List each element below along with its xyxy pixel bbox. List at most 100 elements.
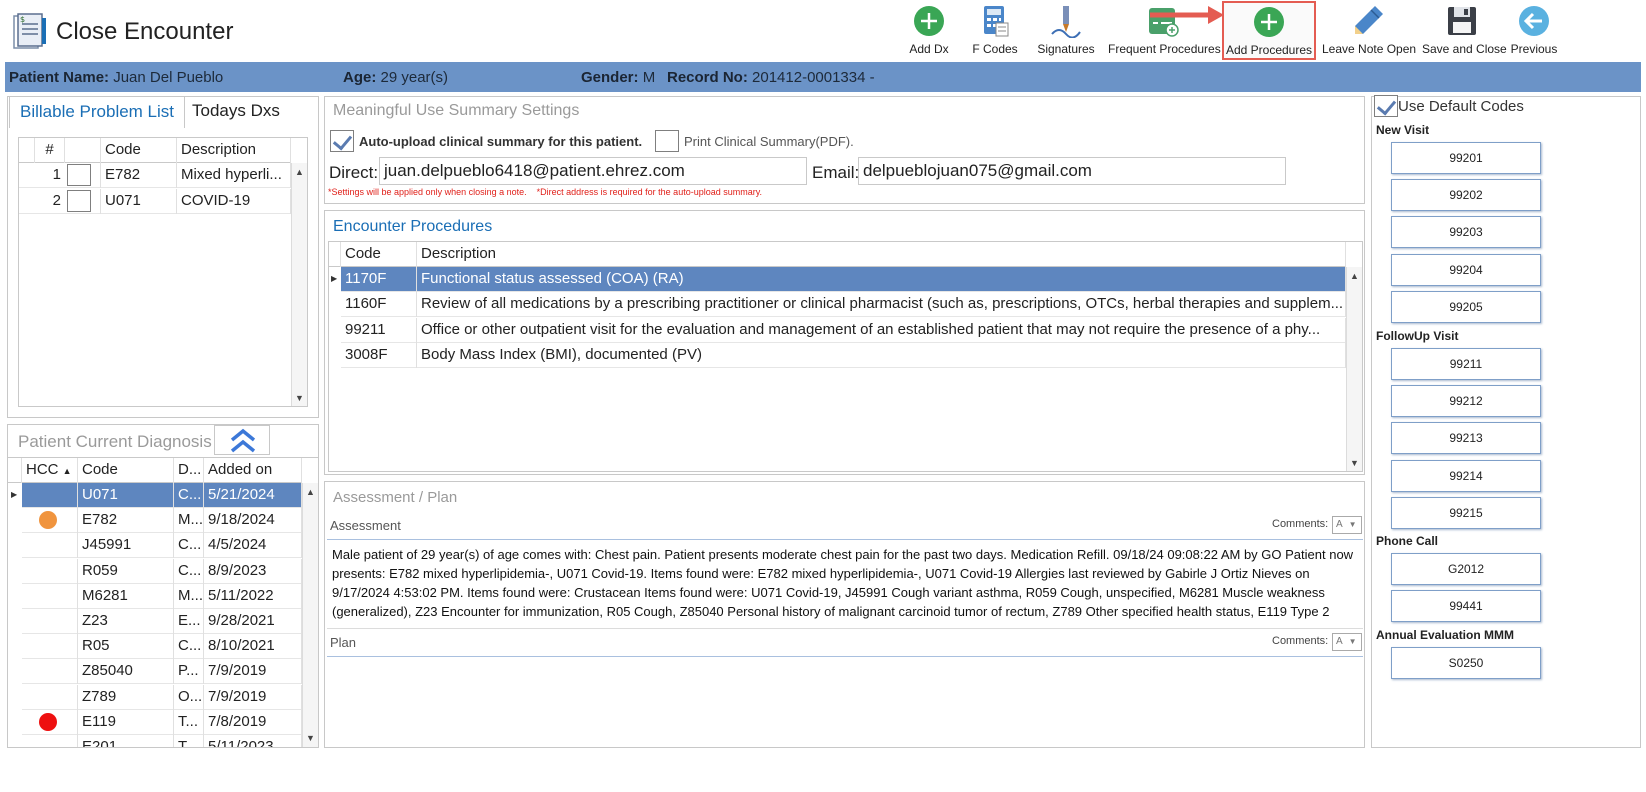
row-checkbox[interactable] xyxy=(67,190,91,212)
plan-text[interactable] xyxy=(332,660,1358,744)
table-row[interactable]: E201 T... 5/11/2023 xyxy=(8,735,302,747)
scroll-up-icon[interactable]: ▲ xyxy=(295,167,304,177)
tab-todays-dxs[interactable]: Todays Dxs xyxy=(182,96,290,128)
save-and-close-button[interactable]: Save and Close xyxy=(1422,4,1507,58)
signatures-button[interactable]: Signatures xyxy=(1036,4,1096,58)
code-button-99203[interactable]: 99203 xyxy=(1391,216,1541,249)
signatures-label: Signatures xyxy=(1037,42,1095,56)
code-button-99215[interactable]: 99215 xyxy=(1391,496,1541,529)
table-row[interactable]: 1 E782 Mixed hyperli... xyxy=(19,163,291,188)
code-button-99201[interactable]: 99201 xyxy=(1391,142,1541,174)
code-button-g2012[interactable]: G2012 xyxy=(1391,553,1541,585)
table-row[interactable]: ▶ U071 C... 5/21/2024 xyxy=(8,483,302,508)
row-added-on: 4/5/2024 xyxy=(204,533,302,559)
leave-note-open-button[interactable]: Leave Note Open xyxy=(1322,4,1416,58)
header-code[interactable]: Code xyxy=(78,458,174,483)
auto-upload-checkbox[interactable] xyxy=(330,130,354,152)
row-added-on: 7/9/2019 xyxy=(204,684,302,710)
procedures-scrollbar[interactable]: ▲ ▼ xyxy=(1346,267,1362,471)
table-row[interactable]: E119 T... 7/8/2019 xyxy=(8,709,302,735)
row-description: P... xyxy=(174,659,204,685)
scroll-down-icon[interactable]: ▼ xyxy=(1350,458,1359,468)
patient-record: Record No: 201412-0001334 - xyxy=(667,69,875,86)
header-description[interactable]: Description xyxy=(177,138,291,163)
code-button-99211[interactable]: 99211 xyxy=(1391,348,1541,380)
row-checkbox[interactable] xyxy=(67,164,91,186)
table-row[interactable]: R05 C... 8/10/2021 xyxy=(8,634,302,660)
annual-evaluation-label: Annual Evaluation MMM xyxy=(1376,628,1514,642)
use-default-codes-checkbox[interactable] xyxy=(1374,95,1398,117)
sort-asc-icon: ▲ xyxy=(62,466,72,476)
assessment-comments-dropdown[interactable]: A ▼ xyxy=(1332,516,1362,534)
plan-comments-label: Comments: xyxy=(1272,635,1329,647)
table-row[interactable]: 3008F Body Mass Index (BMI), documented (… xyxy=(329,342,1346,368)
encounter-procedures-title: Encounter Procedures xyxy=(333,218,493,235)
procedures-grid: Code Description ▶ 1170F Functional status… xyxy=(328,241,1363,472)
followup-visit-label: FollowUp Visit xyxy=(1376,329,1459,343)
double-chevron-up-icon xyxy=(230,428,256,453)
code-button-99441[interactable]: 99441 xyxy=(1391,590,1541,623)
email-input[interactable]: delpueblojuan075@gmail.com xyxy=(858,157,1286,185)
divider xyxy=(327,539,1363,540)
f-codes-button[interactable]: F Codes xyxy=(972,4,1018,58)
table-row[interactable]: ▶ 1170F Functional status assessed (COA) (… xyxy=(329,267,1346,292)
problem-list-scrollbar[interactable]: ▲ ▼ xyxy=(291,163,307,406)
print-summary-checkbox[interactable] xyxy=(655,130,679,152)
floppy-disk-icon xyxy=(1448,7,1476,35)
direct-label: Direct: xyxy=(329,163,379,182)
current-diagnosis-scrollbar[interactable]: ▲ ▼ xyxy=(302,483,318,747)
code-button-99202[interactable]: 99202 xyxy=(1391,179,1541,212)
plan-comments-dropdown[interactable]: A ▼ xyxy=(1332,633,1362,651)
previous-label: Previous xyxy=(1510,42,1558,56)
direct-address-input[interactable]: juan.delpueblo6418@patient.ehrez.com xyxy=(379,157,807,185)
divider xyxy=(327,628,1363,629)
row-added-on: 8/9/2023 xyxy=(204,558,302,584)
f-codes-label: F Codes xyxy=(972,42,1018,56)
scroll-down-icon[interactable]: ▼ xyxy=(306,733,315,743)
header-description[interactable]: Description xyxy=(417,242,1346,267)
assessment-text[interactable]: Male patient of 29 year(s) of age comes … xyxy=(332,545,1358,625)
row-added-on: 5/11/2022 xyxy=(204,583,302,609)
scroll-up-icon[interactable]: ▲ xyxy=(306,487,315,497)
collapse-button[interactable] xyxy=(214,425,270,455)
table-row[interactable]: Z85040 P... 7/9/2019 xyxy=(8,659,302,685)
add-dx-button[interactable]: Add Dx xyxy=(908,4,950,58)
scroll-down-icon[interactable]: ▼ xyxy=(295,393,304,403)
code-button-99214[interactable]: 99214 xyxy=(1391,459,1541,492)
add-procedures-button[interactable]: Add Procedures xyxy=(1222,1,1316,60)
previous-button[interactable]: Previous xyxy=(1510,4,1558,58)
scroll-up-icon[interactable]: ▲ xyxy=(1350,271,1359,281)
code-button-99212[interactable]: 99212 xyxy=(1391,385,1541,418)
table-row[interactable]: Z23 E... 9/28/2021 xyxy=(8,609,302,634)
table-row[interactable]: R059 C... 8/9/2023 xyxy=(8,558,302,584)
row-code: Z85040 xyxy=(78,659,174,685)
code-button-99213[interactable]: 99213 xyxy=(1391,422,1541,455)
table-row[interactable]: 2 U071 COVID-19 xyxy=(19,189,291,214)
row-description: C... xyxy=(174,483,204,508)
assessment-label: Assessment xyxy=(330,518,401,533)
table-row[interactable]: Z789 O... 7/9/2019 xyxy=(8,684,302,710)
table-row[interactable]: 1160F Review of all medications by a pres… xyxy=(329,292,1346,318)
header-hcc[interactable]: HCC ▲ xyxy=(22,458,78,483)
row-num: 2 xyxy=(52,192,61,209)
header-code[interactable]: Code xyxy=(101,138,177,163)
header-added-on[interactable]: Added on xyxy=(204,458,302,483)
code-button-99204[interactable]: 99204 xyxy=(1391,253,1541,286)
table-row[interactable]: 99211 Office or other outpatient visit fo… xyxy=(329,317,1346,343)
table-row[interactable]: M6281 M... 5/11/2022 xyxy=(8,583,302,609)
header-code[interactable]: Code xyxy=(341,242,417,267)
table-row[interactable]: E782 M... 9/18/2024 xyxy=(8,508,302,534)
tab-billable-problem-list[interactable]: Billable Problem List xyxy=(9,96,186,128)
hcc-indicator-icon xyxy=(39,511,57,530)
row-description: M... xyxy=(174,583,204,609)
code-button-99205[interactable]: 99205 xyxy=(1391,290,1541,323)
current-diagnosis-header: HCC ▲ Code D... Added on xyxy=(8,458,302,483)
header-num[interactable]: # xyxy=(35,138,65,163)
header-description[interactable]: D... xyxy=(174,458,204,483)
patient-gender: Gender: M xyxy=(581,69,656,86)
add-circle-icon xyxy=(1254,7,1284,37)
row-description: C... xyxy=(174,558,204,584)
table-row[interactable]: J45991 C... 4/5/2024 xyxy=(8,533,302,559)
calculator-icon xyxy=(984,6,1009,37)
code-button-s0250[interactable]: S0250 xyxy=(1391,647,1541,679)
